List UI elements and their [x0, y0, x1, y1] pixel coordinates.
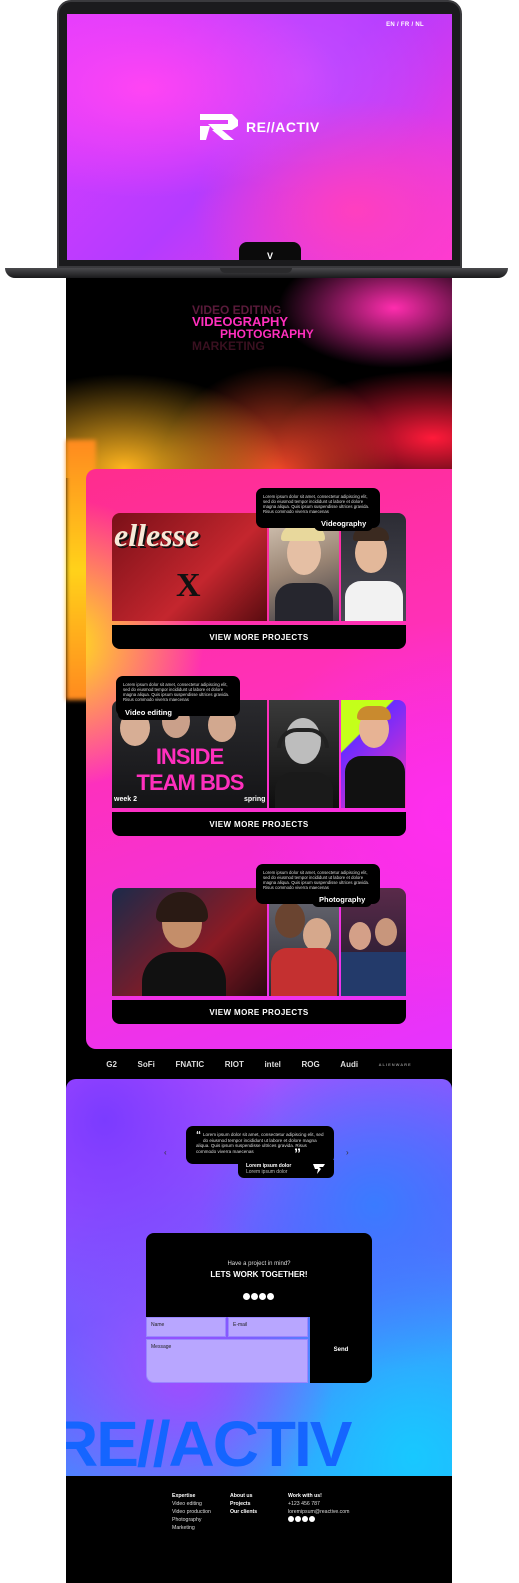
- laptop-frame: EN / FR / NL RE//ACTIV V: [57, 0, 462, 268]
- partners-bar: G2 SoFi FNATIC RIOT intel ROG Audi ALIEN…: [66, 1049, 452, 1079]
- photo-text: TEAM BDS: [136, 770, 245, 795]
- chevron-right-icon[interactable]: ›: [346, 1148, 349, 1157]
- photo-text: INSIDE: [155, 744, 224, 769]
- fnatic-logo-icon: [313, 1164, 325, 1174]
- facebook-icon[interactable]: [259, 1293, 266, 1300]
- project-category-label: Photography: [312, 892, 373, 907]
- photo-text: week 2: [114, 796, 137, 803]
- footer-email[interactable]: loremipsum@reactive.com: [288, 1508, 349, 1516]
- project-category-label: Video editing: [118, 705, 179, 720]
- instagram-icon[interactable]: [295, 1516, 301, 1522]
- scroll-down-button[interactable]: V: [239, 242, 301, 260]
- footer-link-about[interactable]: About us: [230, 1492, 257, 1500]
- photo-text: spring: [244, 796, 266, 803]
- tiktok-icon[interactable]: [288, 1516, 294, 1522]
- facebook-icon[interactable]: [302, 1516, 308, 1522]
- view-more-projects-button[interactable]: VIEW MORE PROJECTS: [112, 812, 406, 836]
- footer-heading: Work with us!: [288, 1493, 322, 1499]
- footer-expertise: Expertise Video editing Video production…: [172, 1492, 211, 1532]
- footer-pages: About us Projects Our clients: [230, 1492, 257, 1516]
- footer-social: [288, 1516, 349, 1525]
- twitter-icon[interactable]: [309, 1516, 315, 1522]
- testimonial-text: Lorem ipsum dolor sit amet, consectetur …: [196, 1132, 324, 1154]
- partner-logo: intel: [264, 1059, 281, 1069]
- photo-text: X: [176, 567, 201, 604]
- email-field[interactable]: E-mail: [228, 1317, 308, 1337]
- partner-logo: RIOT: [224, 1059, 244, 1069]
- footer-link-projects[interactable]: Projects: [230, 1500, 257, 1508]
- name-field[interactable]: Name: [146, 1317, 226, 1337]
- footer: Expertise Video editing Video production…: [66, 1476, 452, 1583]
- view-more-projects-button[interactable]: VIEW MORE PROJECTS: [112, 625, 406, 649]
- big-brand-wrap: RE//ACTIV: [66, 1412, 452, 1476]
- quote-open-icon: “: [196, 1130, 201, 1141]
- project-image[interactable]: ellesse X: [112, 513, 267, 621]
- project-image[interactable]: [112, 888, 267, 996]
- contact-title: LETS WORK TOGETHER!: [210, 1270, 308, 1279]
- footer-work: Work with us! +123 456 787 loremipsum@re…: [288, 1492, 349, 1525]
- quote-close-icon: ”: [294, 1145, 301, 1161]
- brand-name: RE//ACTIV: [246, 119, 320, 135]
- services-hero: VIDEO EDITING VIDEOGRAPHY PHOTOGRAPHY MA…: [66, 278, 452, 478]
- send-button[interactable]: Send: [310, 1317, 372, 1383]
- footer-phone[interactable]: +123 456 787: [288, 1500, 349, 1508]
- footer-link[interactable]: Marketing: [172, 1524, 211, 1532]
- footer-link[interactable]: Photography: [172, 1516, 211, 1524]
- project-card-photography: VIEW MORE PROJECTS: [112, 888, 406, 1024]
- testimonial-author: Lorem ipsum dolor Lorem ipsum dolor ”: [238, 1146, 334, 1178]
- footer-link-clients[interactable]: Our clients: [230, 1508, 257, 1516]
- project-image[interactable]: [269, 700, 339, 808]
- testimonial-quote: “ Lorem ipsum dolor sit amet, consectetu…: [186, 1126, 334, 1164]
- partner-logo: FNATIC: [175, 1059, 205, 1069]
- message-field[interactable]: Message: [146, 1339, 308, 1383]
- big-brand-text: RE//ACTIV: [66, 1412, 352, 1476]
- partner-logo: G2: [106, 1059, 117, 1069]
- project-card-video-editing: INSIDE TEAM BDS week 2 spring VIEW MORE …: [112, 700, 406, 836]
- hero-screen: EN / FR / NL RE//ACTIV V: [67, 14, 452, 260]
- partner-logo: ALIENWARE: [378, 1061, 412, 1067]
- view-more-projects-button[interactable]: VIEW MORE PROJECTS: [112, 1000, 406, 1024]
- services-list: VIDEO EDITING VIDEOGRAPHY PHOTOGRAPHY MA…: [192, 304, 314, 352]
- photo-text: ellesse: [114, 517, 200, 553]
- partner-logo: SoFi: [137, 1059, 155, 1069]
- laptop-notch: [220, 268, 292, 273]
- project-image[interactable]: [341, 700, 406, 808]
- service-marketing: MARKETING: [192, 339, 265, 353]
- partner-logo: ROG: [301, 1059, 320, 1069]
- chevron-left-icon[interactable]: ‹: [164, 1148, 167, 1157]
- project-category-label: Videography: [314, 516, 374, 531]
- footer-link[interactable]: Video production: [172, 1508, 211, 1516]
- twitter-icon[interactable]: [267, 1293, 274, 1300]
- instagram-icon[interactable]: [251, 1293, 258, 1300]
- brand-logo[interactable]: RE//ACTIV: [198, 112, 320, 142]
- chevron-down-icon: V: [266, 251, 273, 260]
- social-links: [146, 1287, 372, 1305]
- contact-question: Have a project in mind?: [227, 1261, 291, 1267]
- footer-heading: Expertise: [172, 1493, 196, 1499]
- page: EN / FR / NL RE//ACTIV V VIDEO EDITING V…: [0, 0, 519, 1583]
- contact-header: Have a project in mind? LETS WORK TOGETH…: [146, 1233, 372, 1317]
- footer-link[interactable]: Video editing: [172, 1500, 211, 1508]
- contact-form: Have a project in mind? LETS WORK TOGETH…: [146, 1233, 372, 1383]
- tiktok-icon[interactable]: [243, 1293, 250, 1300]
- language-switcher[interactable]: EN / FR / NL: [386, 22, 424, 28]
- project-card-videography: ellesse X VIEW MORE PROJECTS: [112, 513, 406, 649]
- partner-logo: Audi: [340, 1059, 359, 1069]
- reactiv-logo-icon: [200, 114, 238, 140]
